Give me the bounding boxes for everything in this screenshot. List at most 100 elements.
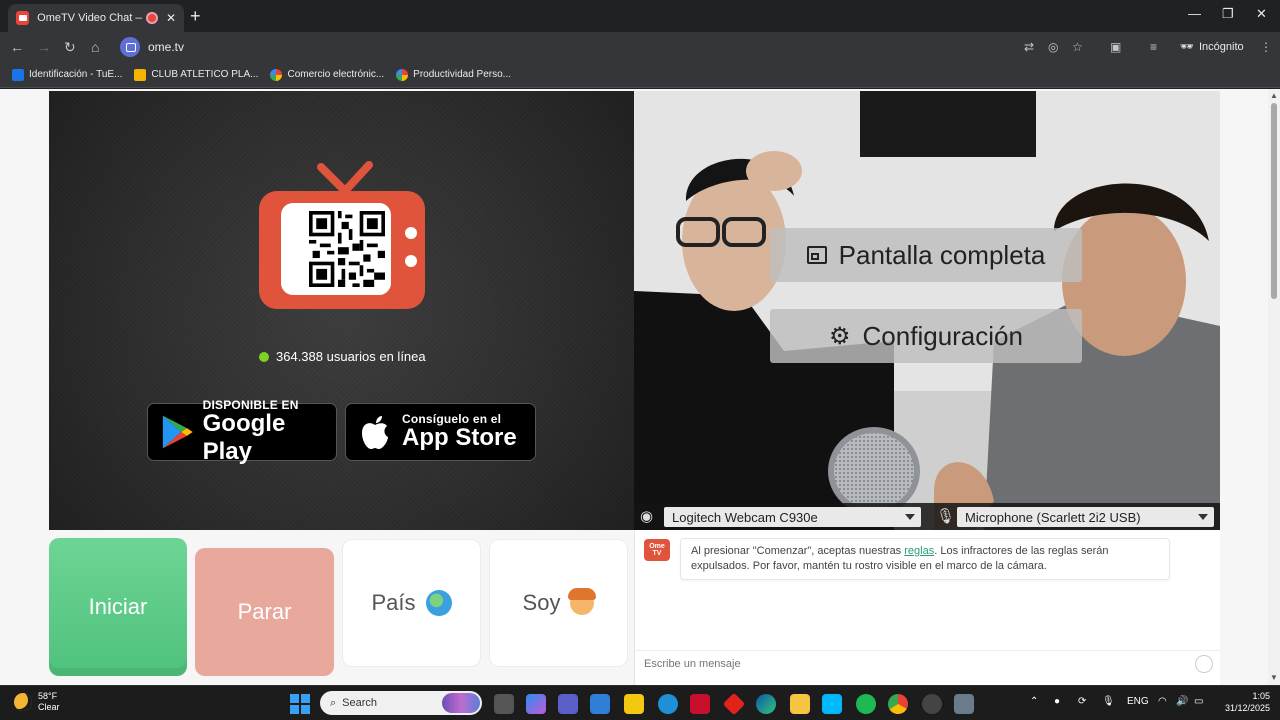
windows-start-icon[interactable] (290, 694, 310, 714)
logitech-icon[interactable] (822, 694, 842, 714)
language-indicator[interactable]: ENG (1127, 696, 1149, 707)
sticky-notes-icon[interactable] (624, 694, 644, 714)
device-selector-bar: ◉ Logitech Webcam C930e 🎙 Microphone (Sc… (634, 503, 1220, 530)
eye-off-icon[interactable]: ◎ (1048, 40, 1058, 54)
clock-date: 31/12/2025 (1224, 703, 1270, 713)
fullscreen-button[interactable]: Pantalla completa (770, 228, 1082, 282)
scroll-down-icon[interactable]: ▼ (1270, 673, 1278, 682)
weather-temp: 58°F (38, 691, 58, 701)
store-icon[interactable] (590, 694, 610, 714)
settings-gear-icon[interactable] (954, 694, 974, 714)
anydesk-icon[interactable] (722, 692, 746, 716)
chevron-up-icon[interactable]: ⌃ (1030, 696, 1038, 707)
tv-body (259, 191, 425, 309)
bookmark-item[interactable]: Productividad Perso... (396, 68, 511, 81)
wifi-icon[interactable]: ◠ (1158, 696, 1167, 707)
search-placeholder: Search (342, 697, 378, 709)
app-icon[interactable] (658, 694, 678, 714)
fullscreen-icon (806, 246, 827, 264)
system-clock[interactable]: 1:05 31/12/2025 (1214, 690, 1270, 714)
site-icon (12, 68, 24, 81)
bookmark-item[interactable]: Identificación - TuE... (12, 68, 123, 81)
menu-kebab-icon[interactable]: ⋮ (1260, 40, 1272, 54)
microphone-select[interactable]: Microphone (Scarlett 2i2 USB) (957, 507, 1214, 527)
page-scrollbar[interactable]: ▲ ▼ (1268, 89, 1280, 685)
webcam-icon: ◉ (640, 508, 654, 525)
maximize-icon[interactable]: ❐ (1222, 6, 1234, 22)
close-window-icon[interactable]: ✕ (1256, 6, 1267, 22)
emoji-picker-icon[interactable] (1195, 655, 1213, 673)
start-button[interactable]: Iniciar (49, 538, 187, 676)
battery-icon[interactable]: ▭ (1194, 696, 1203, 707)
url-text: ome.tv (148, 40, 185, 54)
spotify-icon[interactable] (856, 694, 876, 714)
close-tab-icon[interactable]: ✕ (166, 11, 176, 25)
address-bar[interactable]: ome.tv (116, 35, 1116, 59)
translate-icon[interactable]: ⇄ (1024, 40, 1034, 54)
moon-icon (14, 693, 32, 711)
bookmark-star-icon[interactable]: ☆ (1072, 40, 1083, 54)
scroll-up-icon[interactable]: ▲ (1270, 91, 1278, 100)
tv-screen (281, 203, 391, 295)
online-users-indicator: 364.388 usuarios en línea (259, 349, 426, 364)
online-status-icon (259, 351, 269, 362)
new-tab-button[interactable]: + (190, 6, 201, 27)
ometv-tv-logo (259, 161, 425, 311)
country-filter-button[interactable]: País (342, 539, 481, 667)
chevron-down-icon (905, 514, 915, 520)
gear-icon: ⚙ (829, 322, 851, 350)
bookmark-label: CLUB ATLETICO PLA... (151, 69, 259, 80)
browser-tab[interactable]: OmeTV Video Chat — Ome ✕ (8, 4, 184, 32)
reading-list-icon[interactable]: ≡ (1150, 40, 1157, 54)
reload-icon[interactable]: ↻ (64, 39, 76, 56)
stranger-video-panel: 364.388 usuarios en línea DISPONIBLE EN … (49, 91, 634, 530)
gender-label: Soy (522, 590, 561, 615)
teams-icon[interactable] (558, 694, 578, 714)
sync-icon[interactable]: ⟳ (1078, 696, 1086, 707)
camera-select[interactable]: Logitech Webcam C930e (664, 507, 921, 527)
weather-widget[interactable]: 58°F Clear (14, 691, 60, 713)
bookmark-item[interactable]: Comercio electrónic... (270, 68, 384, 81)
country-label: País (371, 590, 416, 615)
stop-label: Parar (237, 599, 292, 624)
google-play-badge[interactable]: DISPONIBLE EN Google Play (147, 398, 337, 465)
side-panel-icon[interactable]: ▣ (1110, 40, 1121, 54)
clock-time: 1:05 (1252, 691, 1270, 701)
back-icon[interactable]: ← (10, 39, 24, 55)
qr-code-icon[interactable] (309, 211, 385, 287)
club-crest-icon (134, 68, 147, 81)
settings-button[interactable]: ⚙ Configuración (770, 309, 1082, 363)
gender-filter-button[interactable]: Soy (489, 539, 628, 667)
self-camera-panel: Pantalla completa ⚙ Configuración (634, 91, 1220, 530)
copilot-icon[interactable] (526, 694, 546, 714)
bookmark-label: Identificación - TuE... (29, 69, 123, 80)
chat-message-input[interactable] (644, 658, 1144, 670)
weather-desc: Clear (38, 702, 60, 712)
globe-icon (425, 590, 452, 616)
file-explorer-icon[interactable] (790, 694, 810, 714)
incognito-label: Incógnito (1198, 40, 1244, 53)
home-icon[interactable]: ⌂ (91, 39, 99, 55)
mic-tray-icon[interactable]: 🎙 (1102, 696, 1115, 707)
app-store-badge[interactable]: Consíguelo en el App Store (345, 403, 536, 461)
chrome-icon[interactable] (888, 694, 908, 714)
site-info-icon[interactable] (120, 37, 140, 57)
taskbar-search[interactable]: ⌕ Search (320, 691, 482, 715)
start-label: Iniciar (88, 594, 148, 619)
stop-button[interactable]: Parar (195, 548, 334, 676)
volume-icon[interactable]: 🔊 (1176, 696, 1188, 707)
forward-icon[interactable]: → (37, 39, 51, 55)
minimize-icon[interactable]: — (1188, 6, 1201, 21)
incognito-indicator[interactable]: 🕶 Incógnito (1180, 40, 1244, 54)
message-text-start: Al presionar "Comenzar", aceptas nuestra… (691, 545, 905, 557)
task-view-icon[interactable] (494, 694, 514, 714)
scroll-thumb[interactable] (1271, 103, 1277, 299)
bookmark-item[interactable]: CLUB ATLETICO PLA... (134, 68, 259, 81)
google-icon (270, 68, 283, 81)
obs-icon[interactable] (922, 694, 942, 714)
microphone-select-value: Microphone (Scarlett 2i2 USB) (965, 509, 1141, 525)
mcafee-icon[interactable] (690, 694, 710, 714)
tray-app-icon[interactable]: ● (1054, 696, 1060, 707)
rules-link[interactable]: reglas (904, 545, 934, 557)
edge-icon[interactable] (756, 694, 776, 714)
